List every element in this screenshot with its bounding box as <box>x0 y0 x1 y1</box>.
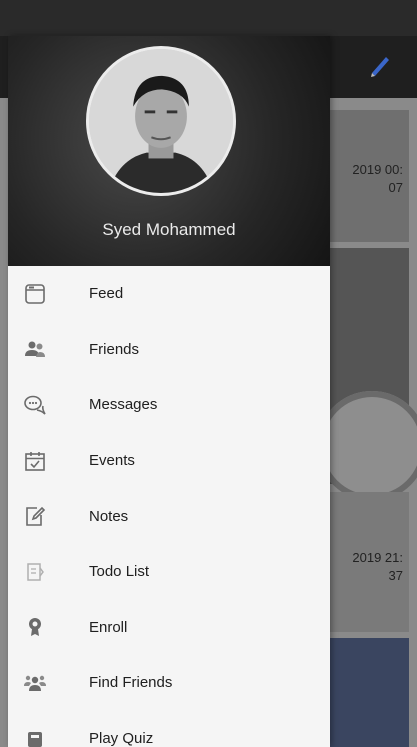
menu-label: Find Friends <box>89 674 173 692</box>
quiz-icon <box>23 727 47 747</box>
menu-item-enroll[interactable]: Enroll <box>8 600 330 656</box>
menu-item-events[interactable]: Events <box>8 433 330 489</box>
post-date: 2019 00: 07 <box>352 162 403 195</box>
avatar[interactable] <box>86 46 236 196</box>
menu-item-friends[interactable]: Friends <box>8 322 330 378</box>
menu-item-feed[interactable]: Feed <box>8 266 330 322</box>
post-image-object <box>317 391 417 501</box>
feed-icon <box>23 282 47 306</box>
compose-icon[interactable] <box>365 50 395 80</box>
menu-item-find-friends[interactable]: Find Friends <box>8 655 330 711</box>
menu-label: Todo List <box>89 563 150 581</box>
menu-label: Play Quiz <box>89 730 154 747</box>
enroll-icon <box>23 615 47 639</box>
user-name: Syed Mohammed <box>102 220 236 239</box>
find-friends-icon <box>23 671 47 695</box>
menu-label: Enroll <box>89 618 128 636</box>
menu-item-messages[interactable]: Messages <box>8 377 330 433</box>
menu-item-play-quiz[interactable]: Play Quiz <box>8 711 330 747</box>
menu-label: Notes <box>89 507 129 525</box>
menu-label: Events <box>89 452 135 470</box>
menu-label: Feed <box>89 285 124 303</box>
messages-icon <box>23 393 47 417</box>
menu-item-todo-list[interactable]: Todo List <box>8 544 330 600</box>
events-icon <box>23 449 47 473</box>
notes-icon <box>23 504 47 528</box>
friends-icon <box>23 337 47 361</box>
drawer-header: Syed Mohammed <box>8 36 330 266</box>
menu-label: Messages <box>89 396 158 414</box>
status-bar <box>0 0 417 36</box>
todo-list-icon <box>23 560 47 584</box>
navigation-drawer: Syed Mohammed Feed Friends Messages Even… <box>8 36 330 747</box>
drawer-menu: Feed Friends Messages Events Notes Todo … <box>8 266 330 747</box>
menu-item-notes[interactable]: Notes <box>8 488 330 544</box>
menu-label: Friends <box>89 340 140 358</box>
post-date: 2019 21: 37 <box>352 550 403 583</box>
